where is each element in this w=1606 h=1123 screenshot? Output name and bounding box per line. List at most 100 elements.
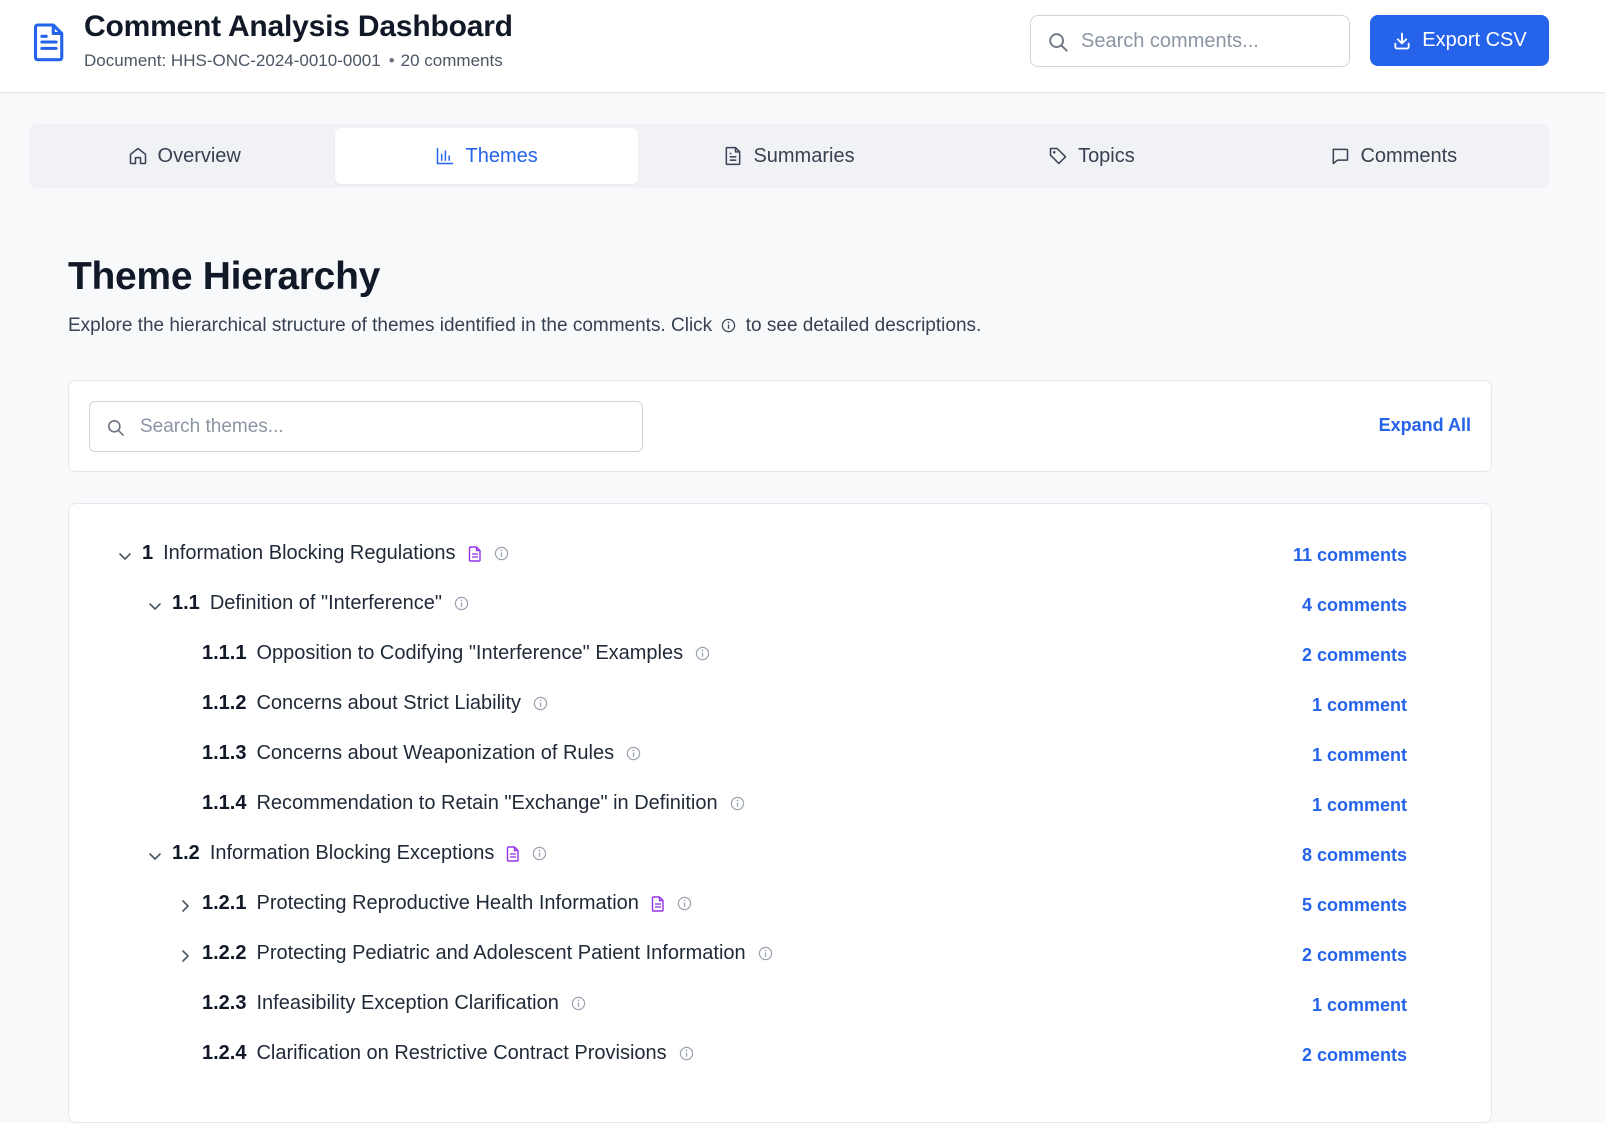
info-icon[interactable] (730, 796, 745, 811)
theme-search-input[interactable] (140, 413, 620, 441)
theme-number: 1.1 (172, 592, 200, 614)
comment-search-input[interactable] (1081, 26, 1336, 56)
comment-search[interactable] (1030, 15, 1350, 67)
theme-comment-count-link[interactable]: 1 comment (1312, 695, 1407, 716)
theme-row[interactable]: 1.1.4 Recommendation to Retain "Exchange"… (69, 786, 1493, 826)
tab-overview-label: Overview (157, 144, 241, 167)
tab-summaries[interactable]: Summaries (638, 128, 940, 184)
tab-comments[interactable]: Comments (1243, 128, 1545, 184)
theme-comment-count-link[interactable]: 1 comment (1312, 745, 1407, 766)
theme-label: Recommendation to Retain "Exchange" in D… (256, 792, 718, 814)
theme-row[interactable]: 1.1 Definition of "Interference" 4 comment… (69, 586, 1493, 626)
theme-number: 1.1.3 (202, 742, 247, 764)
theme-comment-count-link[interactable]: 1 comment (1312, 995, 1407, 1016)
theme-number: 1 (142, 542, 154, 564)
theme-label: Definition of "Interference" (209, 592, 442, 614)
message-icon (1332, 148, 1349, 165)
theme-comment-count-link[interactable]: 4 comments (1302, 595, 1407, 616)
app-title: Comment Analysis Dashboard (84, 10, 513, 43)
theme-number: 1.2.3 (202, 992, 247, 1014)
theme-comment-count-link[interactable]: 2 comments (1302, 945, 1407, 966)
info-icon[interactable] (571, 996, 586, 1011)
theme-title: 1.1.2 Concerns about Strict Liability (202, 692, 548, 715)
comment-count: 20 comments (400, 51, 503, 70)
tag-icon (1049, 147, 1067, 165)
summary-document-icon[interactable] (506, 845, 520, 862)
theme-search[interactable] (89, 401, 643, 452)
theme-row[interactable]: 1.1.1 Opposition to Codifying "Interferen… (69, 636, 1493, 676)
theme-row[interactable]: 1.2.4 Clarification on Restrictive Contra… (69, 1036, 1493, 1076)
theme-title: 1.2 Information Blocking Exceptions (172, 842, 547, 865)
top-bar: Comment Analysis Dashboard Document: HHS… (0, 0, 1606, 93)
tab-themes[interactable]: Themes (335, 128, 638, 184)
summary-document-icon[interactable] (468, 545, 482, 562)
export-csv-button[interactable]: Export CSV (1370, 15, 1549, 66)
chevron-right-icon[interactable] (177, 948, 193, 964)
theme-comment-count-link[interactable]: 2 comments (1302, 1045, 1407, 1066)
theme-comment-count-link[interactable]: 5 comments (1302, 895, 1407, 916)
theme-row[interactable]: 1.2.2 Protecting Pediatric and Adolescent… (69, 936, 1493, 976)
theme-number: 1.2 (172, 842, 200, 864)
tab-topics-label: Topics (1078, 144, 1135, 167)
theme-row[interactable]: 1.2.3 Infeasibility Exception Clarificati… (69, 986, 1493, 1026)
theme-label: Protecting Pediatric and Adolescent Pati… (256, 942, 746, 964)
theme-row[interactable]: 1.1.2 Concerns about Strict Liability 1 co… (69, 686, 1493, 726)
theme-comment-count-link[interactable]: 8 comments (1302, 845, 1407, 866)
tab-themes-label: Themes (465, 144, 538, 167)
expand-all-button[interactable]: Expand All (1379, 415, 1471, 436)
separator-dot: • (388, 51, 395, 70)
download-icon (1394, 32, 1410, 49)
theme-comment-count-link[interactable]: 11 comments (1293, 545, 1407, 566)
info-icon[interactable] (677, 896, 692, 911)
info-icon[interactable] (532, 846, 547, 861)
theme-title: 1.2.1 Protecting Reproductive Health Info… (202, 892, 692, 915)
info-icon[interactable] (494, 546, 509, 561)
document-icon (726, 146, 741, 166)
theme-row[interactable]: 1.2.1 Protecting Reproductive Health Info… (69, 886, 1493, 926)
home-icon (129, 147, 146, 165)
page-title: Theme Hierarchy (68, 255, 380, 298)
theme-comment-count-link[interactable]: 1 comment (1312, 795, 1407, 816)
theme-title: 1.1.4 Recommendation to Retain "Exchange"… (202, 792, 745, 815)
theme-number: 1.2.4 (202, 1042, 247, 1064)
document-icon (33, 23, 64, 62)
chevron-right-icon[interactable] (177, 898, 193, 914)
theme-number: 1.1.2 (202, 692, 247, 714)
theme-label: Concerns about Strict Liability (256, 692, 522, 714)
bar-chart-icon (437, 147, 454, 165)
info-icon[interactable] (679, 1046, 694, 1061)
theme-row[interactable]: 1.2 Information Blocking Exceptions 8 comm… (69, 836, 1493, 876)
info-icon[interactable] (533, 696, 548, 711)
theme-label: Concerns about Weaponization of Rules (256, 742, 615, 764)
info-icon[interactable] (758, 946, 773, 961)
tab-bar: Overview Themes Summaries Topics Comment… (29, 124, 1549, 188)
search-icon (107, 419, 124, 436)
theme-label: Information Blocking Exceptions (209, 842, 495, 864)
theme-label: Clarification on Restrictive Contract Pr… (256, 1042, 667, 1064)
theme-title: 1.2.2 Protecting Pediatric and Adolescent… (202, 942, 773, 965)
info-icon[interactable] (454, 596, 469, 611)
theme-comment-count-link[interactable]: 2 comments (1302, 645, 1407, 666)
theme-title: 1.2.3 Infeasibility Exception Clarificati… (202, 992, 586, 1015)
info-icon[interactable] (695, 646, 710, 661)
page-description: Explore the hierarchical structure of th… (68, 315, 981, 337)
export-csv-label: Export CSV (1422, 29, 1527, 51)
chevron-down-icon[interactable] (147, 848, 163, 864)
theme-title: 1 Information Blocking Regulations (142, 542, 509, 565)
theme-number: 1.1.1 (202, 642, 247, 664)
summary-document-icon[interactable] (651, 895, 665, 912)
theme-title: 1.1.1 Opposition to Codifying "Interferen… (202, 642, 710, 665)
chevron-down-icon[interactable] (147, 598, 163, 614)
theme-label: Protecting Reproductive Health Informati… (256, 892, 639, 914)
info-icon[interactable] (626, 746, 641, 761)
theme-row[interactable]: 1 Information Blocking Regulations 11 comm… (69, 536, 1493, 576)
theme-tree: 1 Information Blocking Regulations 11 comm… (68, 503, 1492, 1123)
theme-label: Opposition to Codifying "Interference" E… (256, 642, 684, 664)
theme-row[interactable]: 1.1.3 Concerns about Weaponization of Rul… (69, 736, 1493, 776)
theme-label: Information Blocking Regulations (163, 542, 456, 564)
theme-number: 1.2.1 (202, 892, 247, 914)
tab-topics[interactable]: Topics (940, 128, 1242, 184)
tab-overview[interactable]: Overview (33, 128, 335, 184)
theme-title: 1.2.4 Clarification on Restrictive Contra… (202, 1042, 694, 1065)
chevron-down-icon[interactable] (117, 548, 133, 564)
